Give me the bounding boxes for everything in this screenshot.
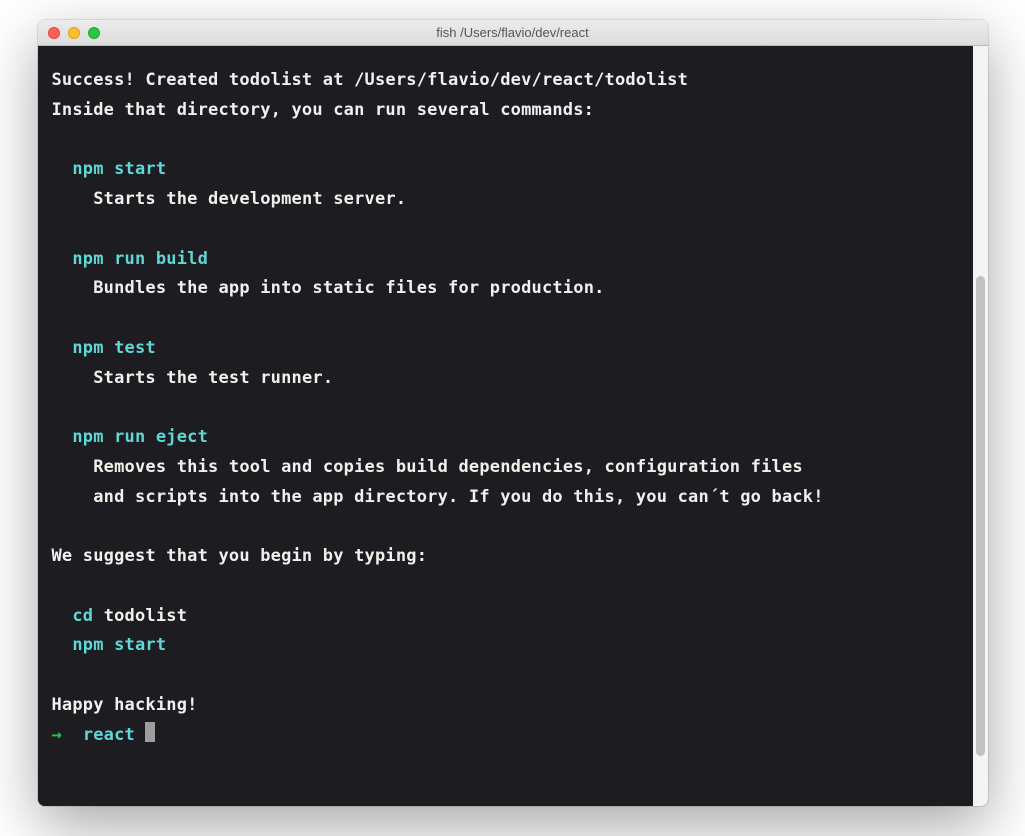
prompt-arrow-icon: →	[52, 725, 62, 745]
happy-line: Happy hacking!	[52, 695, 198, 715]
cmd-test: npm test	[72, 338, 155, 358]
terminal-wrapper: Success! Created todolist at /Users/flav…	[38, 46, 988, 806]
suggest-start: npm start	[72, 635, 166, 655]
cmd-test-desc: Starts the test runner.	[93, 368, 333, 388]
cmd-build-desc: Bundles the app into static files for pr…	[93, 278, 604, 298]
suggest-cd-arg: todolist	[104, 606, 187, 626]
suggest-cd: cd	[72, 606, 93, 626]
traffic-lights	[48, 27, 100, 39]
scrollbar-thumb[interactable]	[976, 276, 985, 756]
inside-line: Inside that directory, you can run sever…	[52, 100, 595, 120]
maximize-icon[interactable]	[88, 27, 100, 39]
suggest-line: We suggest that you begin by typing:	[52, 546, 428, 566]
cursor-icon	[145, 722, 155, 742]
minimize-icon[interactable]	[68, 27, 80, 39]
prompt-cwd: react	[83, 725, 135, 745]
cmd-start-desc: Starts the development server.	[93, 189, 406, 209]
window-title: fish /Users/flavio/dev/react	[38, 25, 988, 40]
cmd-build: npm run build	[72, 249, 208, 269]
terminal-window: fish /Users/flavio/dev/react Success! Cr…	[38, 20, 988, 806]
titlebar[interactable]: fish /Users/flavio/dev/react	[38, 20, 988, 46]
success-line: Success! Created todolist at /Users/flav…	[52, 70, 689, 90]
cmd-eject-desc: Removes this tool and copies build depen…	[52, 457, 824, 507]
close-icon[interactable]	[48, 27, 60, 39]
cmd-start: npm start	[72, 159, 166, 179]
cmd-eject: npm run eject	[72, 427, 208, 447]
scrollbar-track[interactable]	[973, 46, 988, 806]
terminal-output[interactable]: Success! Created todolist at /Users/flav…	[38, 46, 973, 806]
